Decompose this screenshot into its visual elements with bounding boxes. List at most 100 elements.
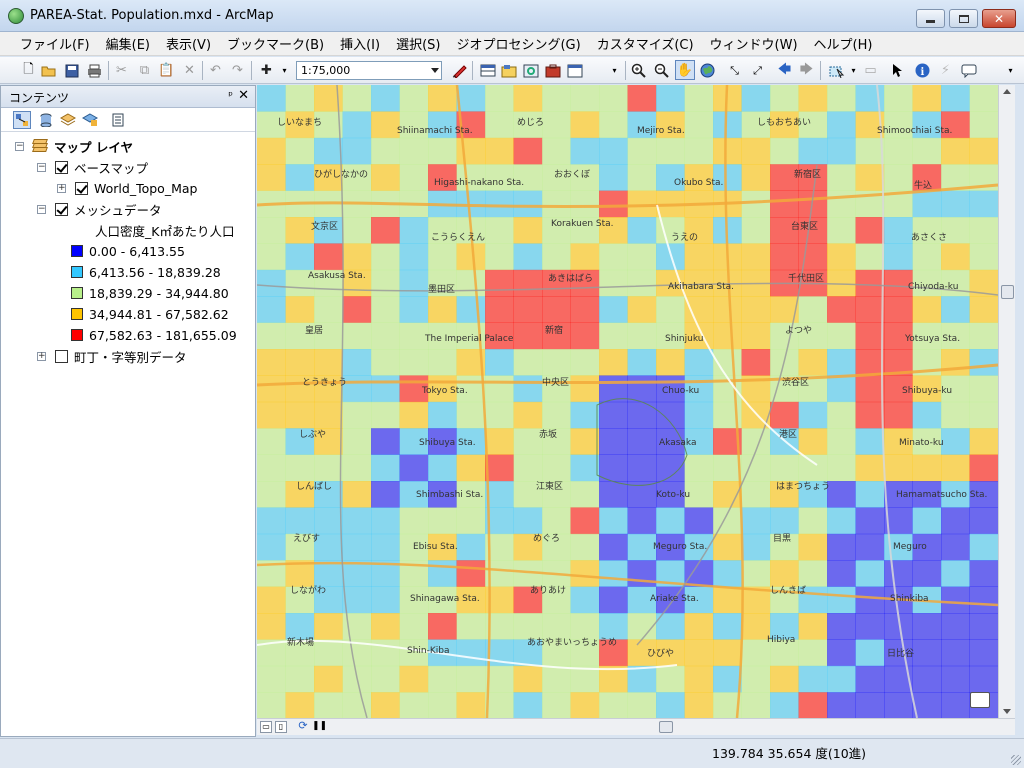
basemap-checkbox[interactable] — [55, 160, 68, 174]
arctoolbox-icon[interactable] — [544, 62, 561, 79]
world-topo-checkbox[interactable] — [75, 181, 88, 195]
add-data-icon[interactable]: ✚ — [258, 62, 275, 79]
mesh-cell — [485, 401, 514, 429]
select-elements-icon[interactable] — [889, 62, 906, 79]
forward-icon[interactable]: 🡆 — [798, 62, 815, 79]
resize-grip-icon[interactable] — [1011, 755, 1021, 765]
toc-header: コンテンツ ᵖ ✕ — [1, 86, 255, 108]
list-by-drawing-order-icon[interactable] — [13, 111, 31, 129]
toolbar-options-icon[interactable]: ▾ — [606, 62, 623, 79]
menu-geoprocessing[interactable]: ジオプロセシング(G) — [448, 32, 588, 55]
legend-item[interactable]: 34,944.81 - 67,582.62 — [71, 304, 229, 324]
mesh-cell — [827, 164, 856, 191]
tree-row-basemap-group[interactable]: − ベースマップ — [37, 157, 148, 177]
select-features-icon[interactable] — [828, 62, 845, 79]
tree-row-world-topo[interactable]: + World_Topo_Map — [57, 178, 197, 198]
collapse-icon[interactable]: − — [15, 141, 24, 151]
identify-icon[interactable]: i — [914, 62, 931, 79]
scroll-down-icon[interactable] — [1003, 709, 1011, 714]
map-vertical-scrollbar[interactable] — [998, 85, 1015, 718]
toolbar-options-icon-2[interactable]: ▾ — [1002, 62, 1019, 79]
pan-icon[interactable]: ✋ — [675, 60, 695, 80]
list-by-source-icon[interactable] — [37, 111, 55, 129]
zoom-in-icon[interactable] — [630, 62, 647, 79]
catalog-icon[interactable] — [500, 62, 517, 79]
mesh-checkbox[interactable] — [55, 202, 68, 216]
legend-item[interactable]: 0.00 - 6,413.55 — [71, 241, 185, 261]
delete-icon[interactable]: ✕ — [181, 62, 198, 79]
tree-row-map-layers[interactable]: − マップ レイヤ — [15, 136, 133, 156]
mesh-cell — [827, 217, 856, 244]
legend-item[interactable]: 6,413.56 - 18,839.28 — [71, 262, 221, 282]
save-icon[interactable] — [63, 62, 80, 79]
mesh-cell — [542, 401, 571, 429]
mesh-cell — [969, 137, 998, 165]
python-icon[interactable] — [566, 62, 583, 79]
menu-edit[interactable]: 編集(E) — [98, 32, 158, 55]
mesh-cell — [342, 85, 372, 112]
full-extent-icon[interactable] — [699, 62, 716, 79]
menu-selection[interactable]: 選択(S) — [388, 32, 448, 55]
search-icon[interactable] — [522, 62, 539, 79]
html-popup-icon[interactable] — [960, 62, 977, 79]
collapse-icon[interactable]: − — [37, 162, 46, 172]
undo-icon[interactable]: ↶ — [207, 62, 224, 79]
list-by-selection-icon[interactable] — [81, 111, 99, 129]
pin-icon[interactable]: ᵖ — [228, 89, 233, 102]
map-canvas[interactable] — [257, 85, 998, 718]
tree-row-town-data[interactable]: + 町丁・字等別データ — [37, 346, 187, 366]
redo-icon[interactable]: ↷ — [229, 62, 246, 79]
folder-icon[interactable] — [970, 692, 990, 708]
scroll-thumb[interactable] — [1001, 285, 1014, 299]
mesh-cell — [770, 665, 799, 693]
menu-insert[interactable]: 挿入(I) — [332, 32, 388, 55]
tree-row-mesh-group[interactable]: − メッシュデータ — [37, 199, 162, 219]
menu-windows[interactable]: ウィンドウ(W) — [702, 32, 806, 55]
scroll-up-icon[interactable] — [1003, 89, 1011, 94]
map-place-label: ありあけ — [530, 586, 567, 596]
select-dropdown-icon[interactable]: ▾ — [845, 62, 862, 79]
toc-options-icon[interactable] — [109, 111, 127, 129]
back-icon[interactable]: 🡄 — [776, 62, 793, 79]
table-icon[interactable] — [479, 62, 496, 79]
zoom-out-icon[interactable] — [653, 62, 670, 79]
data-view-icon[interactable]: ▭ — [260, 721, 272, 733]
collapse-icon[interactable]: − — [37, 204, 46, 214]
legend-item[interactable]: 18,839.29 - 34,944.80 — [71, 283, 229, 303]
toc-close-icon[interactable]: ✕ — [238, 88, 249, 103]
editor-icon[interactable] — [451, 62, 468, 79]
hyperlink-icon[interactable]: ⚡ — [937, 62, 954, 79]
town-data-checkbox[interactable] — [55, 349, 68, 363]
menu-customize[interactable]: カスタマイズ(C) — [589, 32, 702, 55]
list-by-visibility-icon[interactable] — [59, 111, 77, 129]
clear-selection-icon[interactable]: ▭ — [862, 62, 879, 79]
layout-view-icon[interactable]: ▯ — [275, 721, 287, 733]
refresh-icon[interactable]: ⟳ — [297, 720, 309, 733]
menu-view[interactable]: 表示(V) — [158, 32, 219, 55]
minimize-button[interactable] — [916, 9, 945, 28]
menu-bookmarks[interactable]: ブックマーク(B) — [219, 32, 332, 55]
paste-icon[interactable]: 📋 — [158, 62, 175, 79]
add-data-dropdown-icon[interactable]: ▾ — [276, 62, 293, 79]
fixed-zoom-out-icon[interactable]: ⤢ — [749, 62, 766, 79]
fixed-zoom-in-icon[interactable]: ⤡ — [726, 62, 743, 79]
map-horizontal-bar[interactable]: ▭ ▯ ⟳ ❚❚ — [257, 718, 1015, 735]
map-scale-input[interactable]: 1:75,000 — [296, 61, 442, 80]
maximize-button[interactable] — [949, 9, 978, 28]
cut-icon[interactable]: ✂ — [113, 62, 130, 79]
close-button[interactable]: ✕ — [982, 9, 1016, 28]
menu-help[interactable]: ヘルプ(H) — [806, 32, 881, 55]
map-view[interactable]: しいなまち Shiinamachi Sta. めじろ Mejiro Sta. しもおちあ… — [257, 85, 998, 718]
mesh-cell — [371, 692, 400, 718]
chevron-down-icon[interactable] — [431, 68, 439, 73]
new-icon[interactable]: 🗋 — [20, 62, 37, 79]
open-icon[interactable] — [40, 62, 57, 79]
expand-icon[interactable]: + — [57, 183, 66, 193]
legend-item[interactable]: 67,582.63 - 181,655.09 — [71, 325, 237, 345]
expand-icon[interactable]: + — [37, 351, 46, 361]
horizontal-scroll-thumb[interactable] — [659, 721, 673, 733]
copy-icon[interactable]: ⧉ — [136, 62, 153, 79]
print-icon[interactable] — [86, 62, 103, 79]
pause-drawing-icon[interactable]: ❚❚ — [312, 721, 327, 733]
menu-file[interactable]: ファイル(F) — [12, 32, 98, 55]
